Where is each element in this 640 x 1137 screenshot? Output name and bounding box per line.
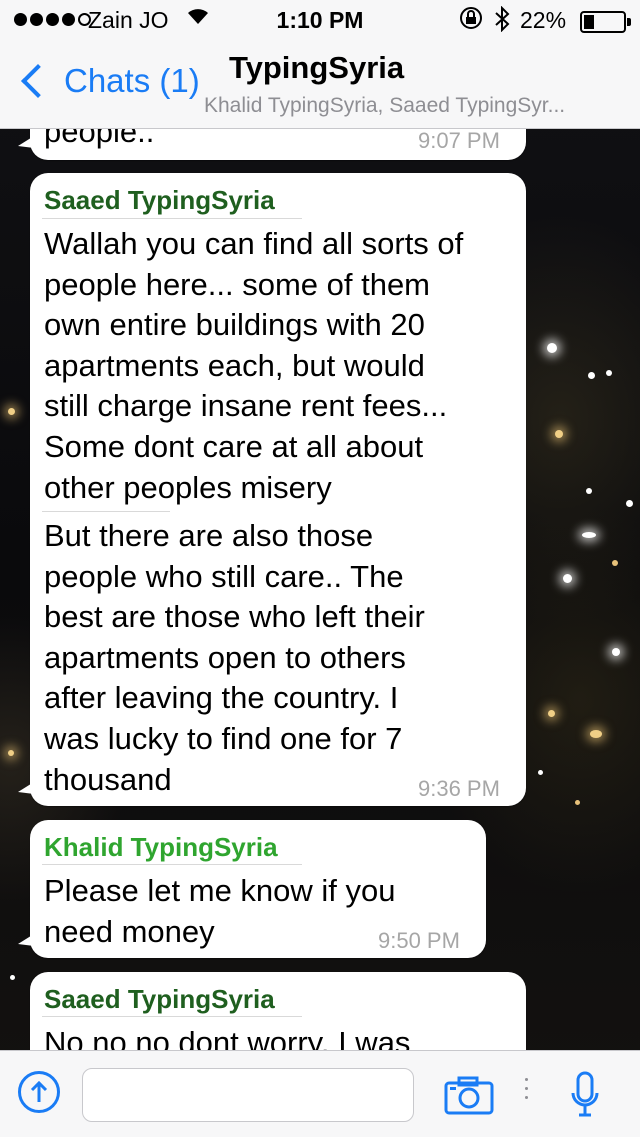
background-light bbox=[626, 500, 633, 507]
sender-divider bbox=[42, 218, 302, 219]
background-light bbox=[547, 343, 557, 353]
background-light bbox=[575, 800, 580, 805]
background-light bbox=[590, 730, 602, 738]
message-text: But there are also those people who stil… bbox=[44, 518, 425, 797]
background-light bbox=[555, 430, 563, 438]
sender-divider bbox=[42, 864, 302, 865]
sender-name[interactable]: Khalid TypingSyria bbox=[44, 832, 278, 863]
background-light bbox=[606, 370, 612, 376]
background-light bbox=[10, 975, 15, 980]
background-light bbox=[8, 750, 14, 756]
sender-divider bbox=[42, 1016, 302, 1017]
navigation-bar: Zain JO 1:10 PM 22% Chats (1) TypingSyri… bbox=[0, 0, 640, 129]
background-light bbox=[612, 560, 618, 566]
background-light bbox=[612, 648, 620, 656]
sender-name[interactable]: Saaed TypingSyria bbox=[44, 185, 275, 216]
bluetooth-icon bbox=[494, 5, 510, 38]
background-light bbox=[563, 574, 572, 583]
bubble-tail bbox=[18, 934, 34, 946]
bubble-tail bbox=[18, 782, 34, 794]
chat-title[interactable]: TypingSyria bbox=[229, 50, 404, 86]
bubble-tail bbox=[18, 136, 34, 148]
back-to-chats-button[interactable]: Chats (1) bbox=[16, 62, 200, 100]
message-input[interactable] bbox=[82, 1068, 414, 1122]
rotation-lock-icon bbox=[458, 6, 484, 36]
chat-participants[interactable]: Khalid TypingSyria, Saaed TypingSyr... bbox=[204, 94, 634, 118]
background-light bbox=[538, 770, 543, 775]
microphone-icon[interactable] bbox=[570, 1071, 600, 1119]
message-timestamp: 9:50 PM bbox=[378, 928, 460, 953]
paragraph-divider bbox=[42, 511, 170, 512]
message-bubble[interactable]: Khalid TypingSyria Please let me know if… bbox=[18, 820, 486, 958]
chevron-left-icon bbox=[21, 64, 55, 98]
back-label: Chats (1) bbox=[64, 62, 200, 99]
message-text: Please let me know if you need money bbox=[44, 873, 396, 949]
message-bubble[interactable]: Saaed TypingSyria Wallah you can find al… bbox=[18, 173, 526, 806]
share-arrow-icon[interactable] bbox=[18, 1071, 60, 1113]
background-light bbox=[588, 372, 595, 379]
message-text: Wallah you can find all sorts of people … bbox=[44, 226, 464, 505]
camera-icon[interactable] bbox=[444, 1075, 494, 1115]
message-timestamp: 9:36 PM bbox=[418, 776, 500, 801]
separator-dots-icon bbox=[525, 1078, 528, 1099]
battery-icon bbox=[580, 11, 631, 33]
message-timestamp: 9:07 PM bbox=[418, 128, 500, 153]
background-light bbox=[548, 710, 555, 717]
message-input-bar bbox=[0, 1050, 640, 1137]
sender-name[interactable]: Saaed TypingSyria bbox=[44, 984, 275, 1015]
status-bar: Zain JO 1:10 PM 22% bbox=[0, 0, 640, 40]
battery-percentage: 22% bbox=[520, 7, 567, 33]
background-light bbox=[582, 532, 596, 538]
background-light bbox=[8, 408, 15, 415]
background-light bbox=[586, 488, 592, 494]
